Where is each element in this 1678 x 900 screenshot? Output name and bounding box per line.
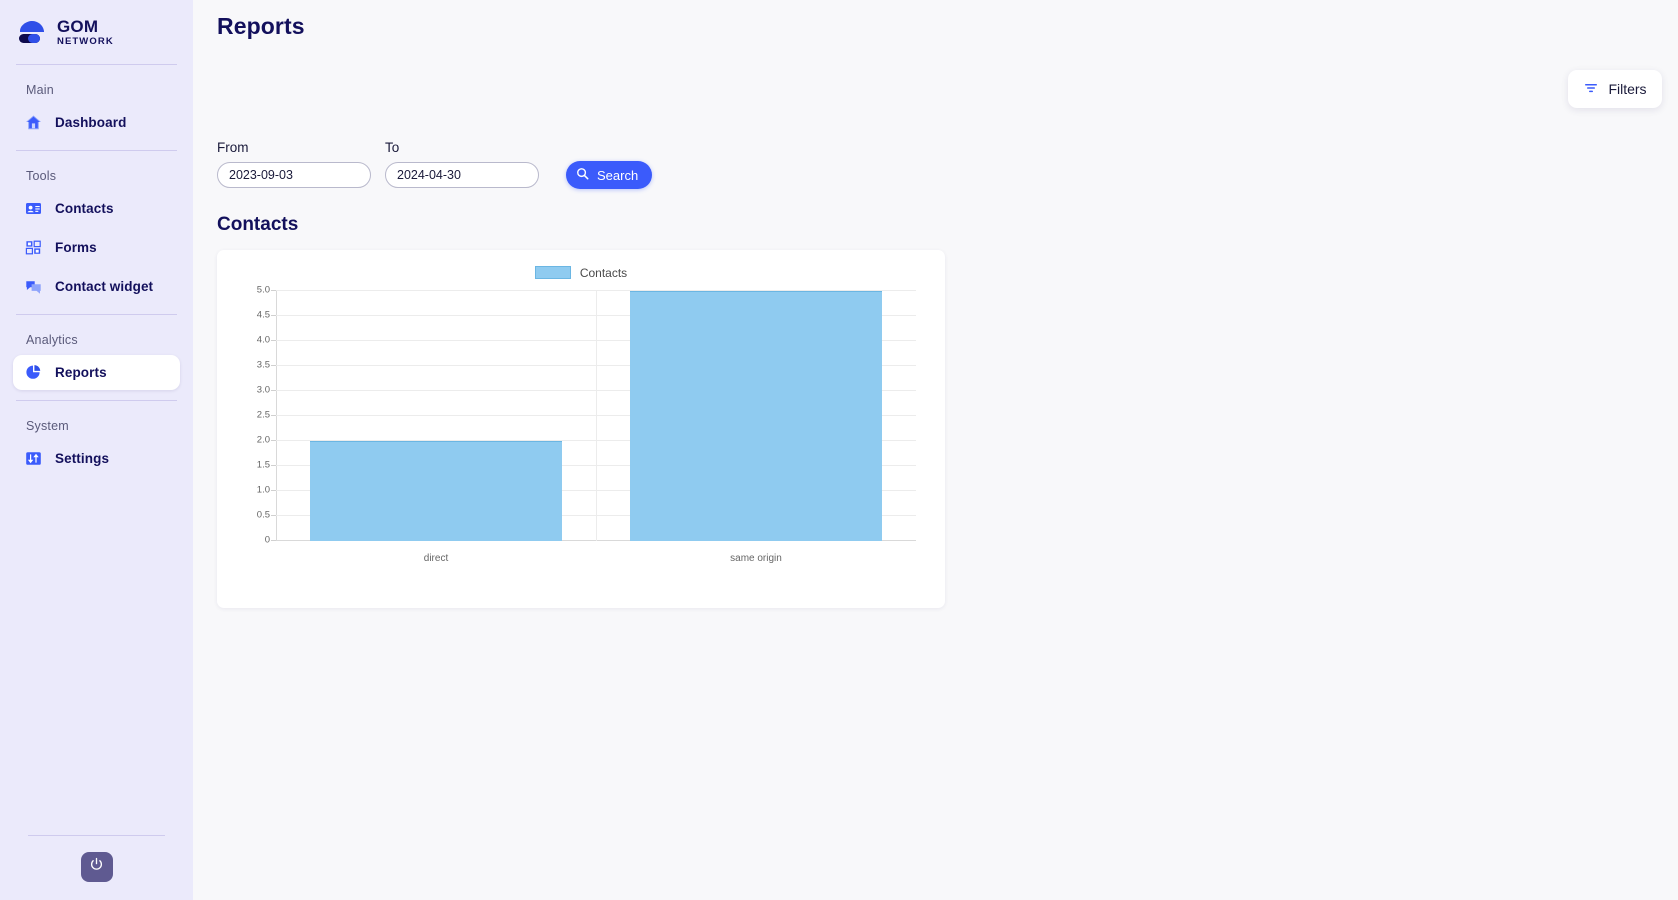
chart-plot-inner: 0 0.5 1.0 1.5 2.0 2.5 3.0 3.5 4.0 4.5 5.0 direct sa… <box>257 285 916 564</box>
y-axis-tick-label: 4.5 <box>256 309 270 321</box>
nav-group-main: Main Dashboard <box>0 65 193 150</box>
page-title: Reports <box>217 13 305 39</box>
to-date-input[interactable] <box>385 162 539 188</box>
from-field-group: From <box>217 140 371 188</box>
legend-swatch <box>534 266 571 279</box>
bar-slot: same origin <box>596 291 916 564</box>
group-label-main: Main <box>26 83 54 97</box>
search-icon <box>576 167 589 183</box>
y-axis-tick-label: 4.0 <box>256 334 270 346</box>
sidebar-item-label: Forms <box>55 240 97 255</box>
y-axis-tick-label: 5.0 <box>256 284 270 296</box>
brand-name: GOM <box>57 16 99 36</box>
group-label-tools: Tools <box>26 169 57 183</box>
search-button[interactable]: Search <box>566 161 653 189</box>
chart-legend[interactable]: Contacts <box>217 250 945 283</box>
bar-slot: direct <box>276 291 596 564</box>
filter-icon <box>1583 80 1599 99</box>
logout-power-button[interactable] <box>80 852 113 882</box>
nav-group-tools: Tools Contacts Forms Contact widget <box>0 151 193 314</box>
y-axis-tick-label: 2.5 <box>256 409 270 421</box>
sidebar-item-label: Reports <box>55 365 107 380</box>
sidebar-item-label: Dashboard <box>55 115 127 130</box>
nav-group-analytics: Analytics Reports <box>0 315 193 400</box>
sidebar-item-dashboard[interactable]: Dashboard <box>13 105 180 140</box>
sidebar-item-label: Contact widget <box>55 279 154 294</box>
search-button-label: Search <box>597 167 639 183</box>
chat-bubbles-icon <box>25 278 42 295</box>
nav-group-system: System Settings <box>0 401 193 486</box>
date-filter-row: From To Search <box>193 40 1678 189</box>
pie-chart-icon <box>25 364 42 381</box>
y-axis-tick-label: 3.5 <box>256 359 270 371</box>
sidebar-divider-bottom <box>28 835 165 836</box>
from-date-input[interactable] <box>217 162 371 188</box>
y-axis-tick-label: 3.0 <box>256 384 270 396</box>
filters-button-label: Filters <box>1608 81 1647 97</box>
group-label-system: System <box>26 419 69 433</box>
filters-button[interactable]: Filters <box>1568 70 1662 108</box>
sidebar-item-forms[interactable]: Forms <box>13 230 180 265</box>
y-axis-tick-label: 2.0 <box>256 434 270 446</box>
brand-logo[interactable]: GOM NETWORK <box>0 0 193 64</box>
bar-same-origin[interactable] <box>629 291 883 541</box>
chart-bars: direct same origin <box>276 291 916 564</box>
forms-grid-icon <box>25 239 42 256</box>
sidebar-item-reports[interactable]: Reports <box>13 355 180 390</box>
sidebar-item-settings[interactable]: Settings <box>13 441 180 476</box>
bar-direct[interactable] <box>309 441 563 541</box>
sidebar-footer <box>0 835 193 882</box>
sliders-icon <box>25 450 42 467</box>
sidebar: GOM NETWORK Main Dashboard Tools Contact… <box>0 0 193 900</box>
main-content: Reports Filters From To <box>193 0 1678 900</box>
app-root: GOM NETWORK Main Dashboard Tools Contact… <box>0 0 1678 900</box>
sidebar-item-contacts[interactable]: Contacts <box>13 191 180 226</box>
sidebar-item-label: Contacts <box>55 201 114 216</box>
sidebar-item-label: Settings <box>55 451 110 466</box>
contacts-bar-chart-card: Contacts 0 0.5 1.0 1.5 2.0 2.5 3.0 3.5 4.0 4.5 5.0… <box>217 250 945 608</box>
y-axis-tick-label: 1.0 <box>256 484 270 496</box>
to-label: To <box>385 140 400 155</box>
x-axis-tick-label: direct <box>423 553 449 564</box>
group-label-analytics: Analytics <box>26 333 78 347</box>
section-title-contacts: Contacts <box>217 214 299 235</box>
chart-plot-area: 0 0.5 1.0 1.5 2.0 2.5 3.0 3.5 4.0 4.5 5.0 direct sa… <box>244 283 922 583</box>
brand-subtitle: NETWORK <box>57 35 114 47</box>
to-field-group: To <box>385 140 539 188</box>
y-axis-tick-label: 1.5 <box>256 459 270 471</box>
from-label: From <box>217 140 249 155</box>
sidebar-item-contact-widget[interactable]: Contact widget <box>13 269 180 304</box>
power-icon <box>89 857 104 877</box>
legend-label: Contacts <box>579 265 628 280</box>
x-axis-tick-label: same origin <box>730 553 782 564</box>
contact-card-icon <box>25 200 42 217</box>
cloud-logo-icon <box>16 18 50 46</box>
y-axis-tick-label: 0 <box>264 534 270 546</box>
y-axis-tick-label: 0.5 <box>256 509 270 521</box>
home-icon <box>25 114 42 131</box>
